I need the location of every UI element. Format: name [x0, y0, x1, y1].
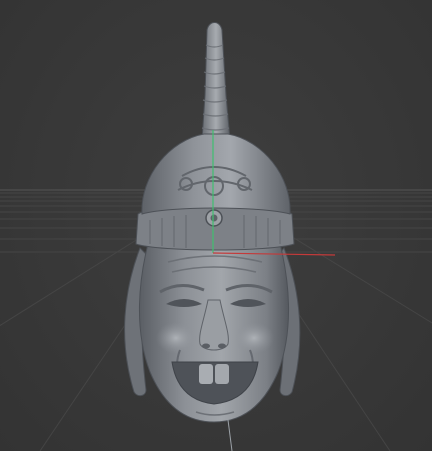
helmet-spike — [201, 22, 231, 141]
hat-dome — [141, 133, 291, 215]
3d-viewport[interactable] — [0, 0, 432, 451]
right-tooth — [215, 364, 229, 384]
sculpted-head-model[interactable] — [124, 22, 301, 423]
left-tooth — [199, 364, 213, 384]
viewport-canvas[interactable] — [0, 0, 432, 451]
gizmo-z-axis[interactable] — [227, 419, 233, 451]
